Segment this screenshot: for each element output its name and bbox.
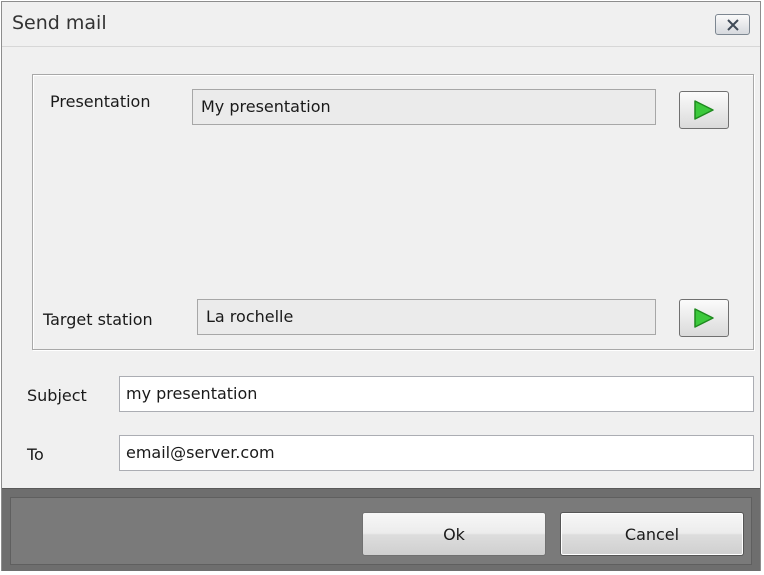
window-title: Send mail — [12, 12, 107, 34]
to-input[interactable]: email@server.com — [119, 435, 754, 471]
play-icon — [694, 100, 714, 120]
play-icon — [694, 308, 714, 328]
target-station-label: Target station — [43, 310, 153, 329]
close-icon — [726, 18, 739, 31]
send-mail-dialog: Send mail Presentation My presentation T… — [1, 1, 761, 571]
presentation-group: Presentation My presentation Target stat… — [32, 74, 754, 350]
select-presentation-button[interactable] — [679, 91, 729, 129]
button-bar: Ok Cancel — [2, 488, 760, 571]
close-button[interactable] — [715, 14, 750, 35]
to-label: To — [27, 445, 44, 464]
presentation-label: Presentation — [50, 92, 151, 111]
cancel-button[interactable]: Cancel — [560, 512, 744, 556]
subject-input[interactable]: my presentation — [119, 376, 754, 412]
select-target-station-button[interactable] — [679, 299, 729, 337]
ok-button[interactable]: Ok — [362, 512, 546, 556]
presentation-field[interactable]: My presentation — [192, 89, 656, 125]
title-bar: Send mail — [2, 2, 760, 47]
target-station-field[interactable]: La rochelle — [197, 299, 656, 335]
subject-label: Subject — [27, 386, 87, 405]
button-bar-panel: Ok Cancel — [10, 497, 752, 565]
